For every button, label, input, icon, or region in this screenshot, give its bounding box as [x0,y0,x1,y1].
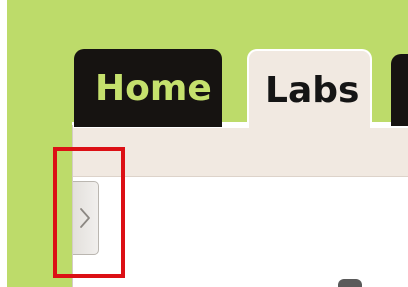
tab-home-label: Home [95,68,212,109]
tab-labs-label: Labs [265,70,360,111]
tab-next[interactable] [391,54,408,126]
tab-content-header [72,125,408,177]
chevron-right-icon [80,208,90,228]
tab-labs[interactable]: Labs [247,49,372,128]
sidebar-toggle-button[interactable] [73,181,99,255]
cropped-text [338,279,362,287]
tab-home[interactable]: Home [74,49,222,127]
app-window: Home Labs [0,0,408,287]
